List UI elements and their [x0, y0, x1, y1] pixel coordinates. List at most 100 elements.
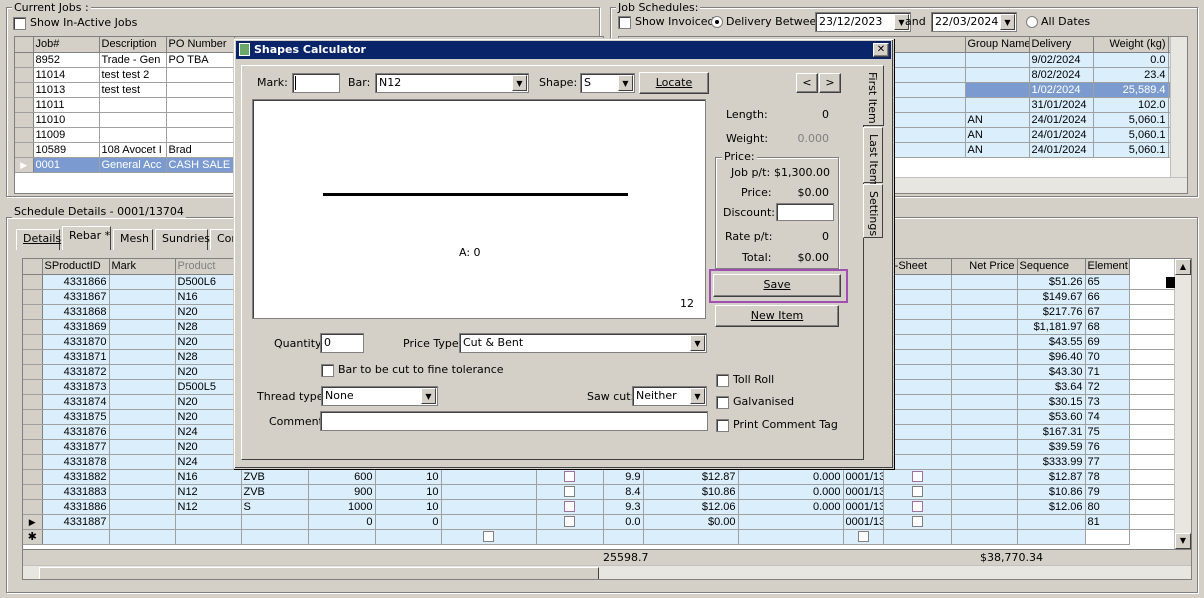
toll-roll-checkbox[interactable]: Toll Roll	[716, 373, 774, 387]
saw-cut-select[interactable]: Neither ▼	[632, 386, 707, 406]
schedules-vscroll[interactable]	[1170, 37, 1187, 177]
tab-details[interactable]: Details	[16, 229, 61, 250]
table-row[interactable]: 4331886N12S1000109.3$12.060.0000001/1370…	[23, 499, 1175, 515]
checkbox[interactable]	[564, 486, 575, 498]
schedules-column-header[interactable]: Weight (kg)	[1093, 37, 1169, 53]
rebar-column-header[interactable]: Element	[1085, 259, 1131, 275]
galvanised-checkbox[interactable]: Galvanised	[716, 395, 794, 409]
rebar-cell	[441, 529, 537, 545]
thread-type-select[interactable]: None ▼	[321, 386, 438, 406]
checkbox[interactable]	[911, 501, 923, 513]
jobs-cell: 11009	[33, 127, 100, 143]
rebar-cell: 4331872	[42, 364, 110, 380]
prev-item-button[interactable]: <	[796, 73, 818, 93]
hscroll-thumb[interactable]	[39, 567, 599, 579]
calculator-icon	[239, 43, 250, 56]
checkbox[interactable]	[911, 471, 923, 483]
date-to-picker[interactable]: 22/03/2024 ▼	[931, 12, 1017, 32]
rebar-cell: 4331876	[42, 424, 110, 440]
new-row-asterisk-icon: ✱	[23, 529, 43, 545]
checkbox[interactable]	[911, 516, 923, 528]
shape-select[interactable]: S ▼	[580, 73, 635, 93]
new-item-button[interactable]: New Item	[715, 305, 839, 327]
checkbox[interactable]	[564, 471, 575, 483]
mark-label: Mark:	[257, 76, 288, 89]
date-from-picker[interactable]: 23/12/2023 ▼	[815, 12, 911, 32]
checkbox[interactable]	[564, 501, 575, 513]
element-marker	[1166, 277, 1175, 288]
tab-rebar[interactable]: Rebar *	[62, 226, 111, 250]
jobs-column-header[interactable]: Job#	[33, 37, 100, 53]
schedules-cell: 31/01/2024	[1029, 97, 1094, 113]
tab-mesh[interactable]: Mesh	[113, 229, 153, 250]
scroll-up-icon[interactable]: ▲	[1175, 259, 1191, 275]
saw-cut-label: Saw cut:	[587, 390, 635, 403]
row-checkbox[interactable]	[883, 514, 952, 530]
new-row[interactable]: ✱	[23, 529, 1175, 545]
print-comment-tag-checkbox[interactable]: Print Comment Tag	[716, 418, 838, 432]
rebar-cell: N20	[175, 334, 242, 350]
table-row[interactable]: 4331883N12ZVB900108.4$10.860.0000001/137…	[23, 484, 1175, 500]
price-type-select[interactable]: Cut & Bent ▼	[459, 333, 707, 353]
rebar-cell: $12.06	[1017, 499, 1086, 515]
rebar-cell: 0.0	[603, 514, 644, 530]
row-checkbox[interactable]	[536, 499, 604, 515]
rebar-hscroll[interactable]	[23, 565, 1191, 579]
row-checkbox[interactable]	[536, 484, 604, 500]
rebar-cell	[951, 274, 1018, 290]
rebar-cell: $51.26	[1017, 274, 1086, 290]
schedules-column-header[interactable]: Delivery	[1029, 37, 1094, 53]
close-button[interactable]: ✕	[873, 43, 889, 57]
rebar-cell: 4331883	[42, 484, 110, 500]
row-header	[23, 469, 43, 485]
rebar-cell	[951, 364, 1018, 380]
row-checkbox[interactable]	[883, 469, 952, 485]
rebar-vscroll[interactable]: ▲ ▼	[1174, 259, 1191, 549]
checkbox[interactable]	[857, 531, 869, 543]
rebar-cell	[536, 529, 604, 545]
schedules-column-header[interactable]: Group Name	[965, 37, 1030, 53]
rebar-column-header[interactable]: Mark	[109, 259, 176, 275]
row-checkbox[interactable]	[883, 484, 952, 500]
tab-last-item[interactable]: Last Item	[863, 127, 883, 185]
save-button[interactable]: Save	[713, 274, 841, 297]
checkbox[interactable]	[483, 531, 494, 543]
discount-input[interactable]	[776, 203, 834, 221]
mark-input[interactable]	[292, 73, 340, 93]
tab-first-item[interactable]: First Item	[863, 65, 884, 126]
rebar-column-header[interactable]: Product	[175, 259, 242, 275]
show-invoiced-checkbox[interactable]: Show Invoiced	[618, 15, 715, 29]
rebar-column-header[interactable]: Net Price	[951, 259, 1018, 275]
table-row[interactable]: 4331882N16ZVB600109.9$12.870.0000001/137…	[23, 469, 1175, 485]
checkbox[interactable]	[564, 516, 575, 528]
element-cell	[1129, 454, 1175, 470]
show-inactive-checkbox[interactable]: Show In-Active Jobs	[13, 16, 137, 30]
row-checkbox[interactable]	[536, 469, 604, 485]
quantity-input[interactable]: 0	[320, 333, 364, 353]
rebar-column-header[interactable]: Sequence	[1017, 259, 1086, 275]
delivery-between-radio[interactable]: Delivery Between	[711, 15, 823, 28]
locate-button[interactable]: Locate	[639, 72, 709, 94]
rebar-cell	[441, 514, 537, 530]
tab-sundries[interactable]: Sundries	[155, 229, 210, 250]
scroll-down-icon[interactable]: ▼	[1175, 533, 1191, 549]
row-header	[23, 334, 43, 350]
segment-a-label: A: 0	[459, 246, 481, 259]
shape-canvas[interactable]: A: 0 12	[252, 99, 706, 319]
row-checkbox[interactable]	[883, 499, 952, 515]
rebar-column-header[interactable]: SProductID	[42, 259, 110, 275]
tab-settings[interactable]: Settings	[863, 184, 883, 238]
jobs-column-header[interactable]: Description	[99, 37, 167, 53]
bar-select[interactable]: N12 ▼	[375, 73, 529, 93]
table-row[interactable]: ▶4331887 00 0.0$0.00 0001/13704 81	[23, 514, 1175, 530]
dialog-title-bar[interactable]: Shapes Calculator ✕	[236, 41, 891, 59]
checkbox[interactable]	[911, 486, 923, 498]
jobs-column-header[interactable]: PO Number	[166, 37, 235, 53]
next-item-button[interactable]: >	[819, 73, 841, 93]
all-dates-radio[interactable]: All Dates	[1026, 15, 1090, 28]
fine-tolerance-checkbox[interactable]: Bar to be cut to fine tolerance	[321, 363, 504, 377]
comment-input[interactable]	[320, 411, 708, 431]
rebar-cell	[883, 529, 952, 545]
row-checkbox[interactable]	[536, 514, 604, 530]
row-header	[23, 349, 43, 365]
